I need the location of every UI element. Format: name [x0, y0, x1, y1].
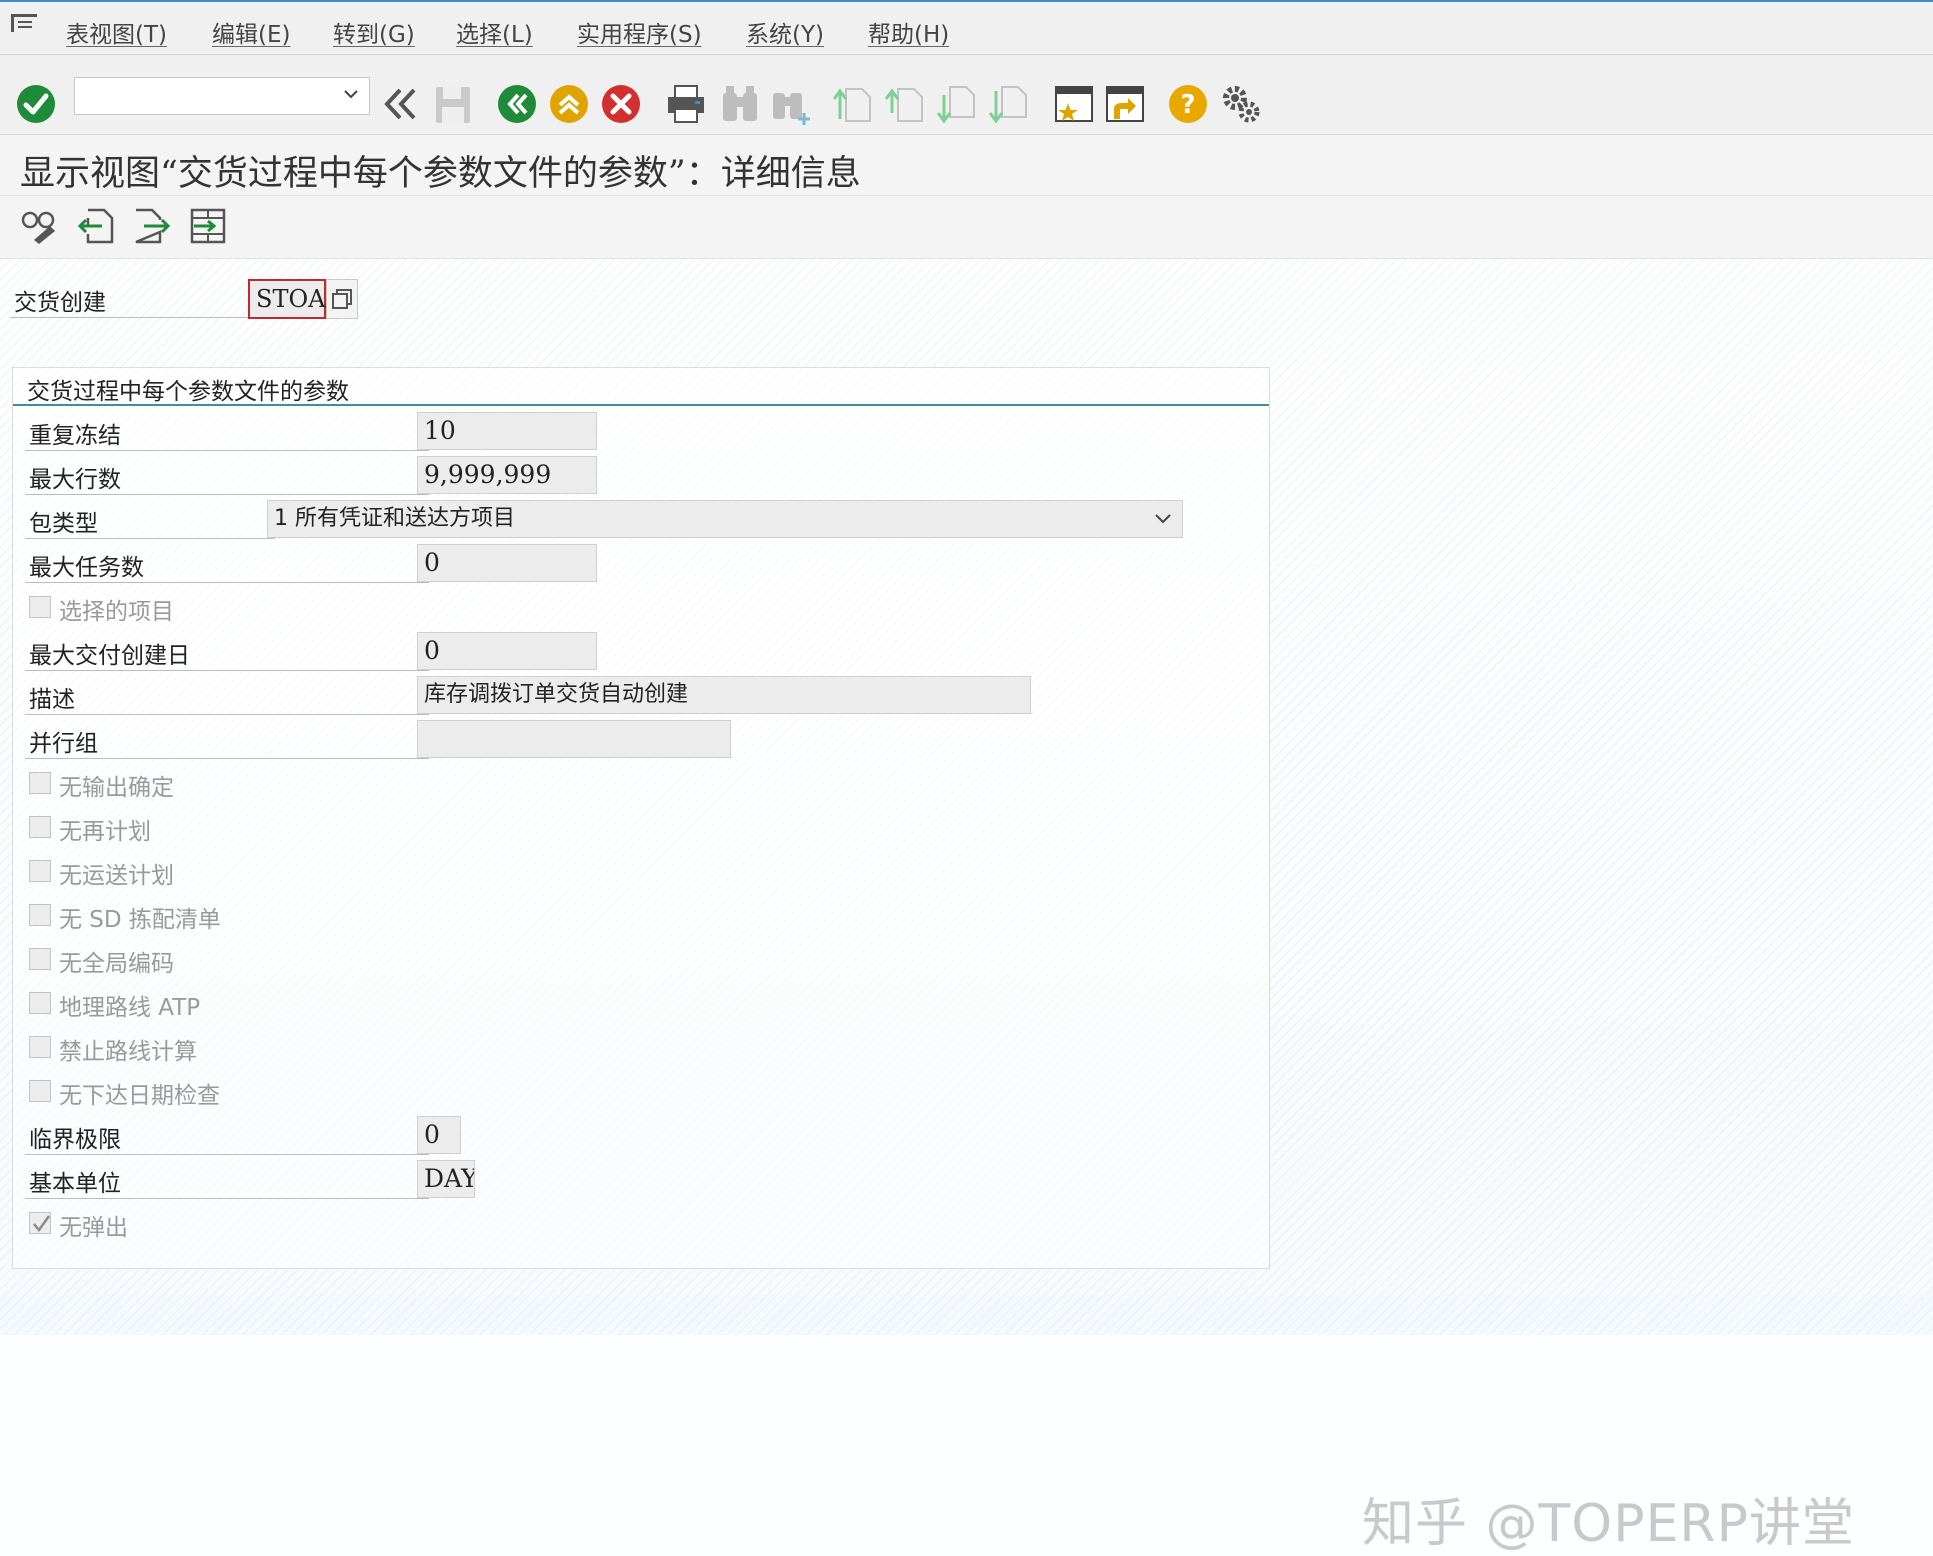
- title-bar: 显示视图“交货过程中每个参数文件的参数”：详细信息: [0, 135, 1933, 196]
- selected-items-label: 选择的项目: [59, 599, 174, 625]
- key-label: 交货创建: [14, 290, 106, 316]
- group-title-line: [13, 404, 1269, 406]
- package-type-value: 1 所有凭证和送达方项目: [274, 506, 515, 531]
- parallel-group-field[interactable]: [417, 720, 731, 758]
- no-sd-picklist-label: 无 SD 拣配清单: [59, 907, 221, 933]
- menu-table-view[interactable]: 表视图(T): [66, 15, 167, 49]
- no-route-calc-label: 禁止路线计算: [59, 1039, 197, 1065]
- critical-limit-label: 临界极限: [29, 1127, 121, 1153]
- parameter-group: 交货过程中每个参数文件的参数 重复冻结 10 最大行数 9,999,999 包类…: [12, 367, 1270, 1269]
- previous-page-icon[interactable]: [884, 83, 926, 125]
- no-sd-picklist-checkbox[interactable]: [29, 904, 51, 926]
- row-underline: [25, 758, 429, 759]
- delivery-creation-field[interactable]: STOA: [248, 279, 326, 319]
- checkmark-icon: [33, 1215, 51, 1233]
- value-help-icon: [332, 289, 352, 309]
- menu-edit[interactable]: 编辑(E): [212, 15, 290, 49]
- back-double-icon[interactable]: [382, 86, 422, 122]
- selected-items-checkbox[interactable]: [29, 596, 51, 618]
- geo-route-atp-label: 地理路线 ATP: [59, 995, 201, 1021]
- settings-icon[interactable]: [1220, 83, 1262, 125]
- shortcut-icon[interactable]: [1104, 83, 1146, 125]
- application-toolbar: [0, 196, 1933, 259]
- max-rows-field[interactable]: 9,999,999: [417, 456, 597, 494]
- repeat-freeze-label: 重复冻结: [29, 423, 121, 449]
- no-output-checkbox[interactable]: [29, 772, 51, 794]
- variable-list-icon[interactable]: [188, 206, 228, 246]
- no-reschedule-label: 无再计划: [59, 819, 151, 845]
- page-title: 显示视图“交货过程中每个参数文件的参数”：详细信息: [20, 154, 861, 194]
- max-delivery-days-label: 最大交付创建日: [29, 643, 190, 669]
- find-icon[interactable]: [720, 83, 760, 125]
- menu-selection[interactable]: 选择(L): [456, 15, 533, 49]
- group-title: 交货过程中每个参数文件的参数: [27, 379, 349, 405]
- max-rows-label: 最大行数: [29, 467, 121, 493]
- row-underline: [25, 1154, 429, 1155]
- parallel-group-label: 并行组: [29, 731, 98, 757]
- package-type-dropdown[interactable]: 1 所有凭证和送达方项目: [267, 500, 1183, 538]
- base-unit-label: 基本单位: [29, 1171, 121, 1197]
- no-transport-plan-label: 无运送计划: [59, 863, 174, 889]
- no-popup-label: 无弹出: [59, 1215, 128, 1241]
- menu-bar: 表视图(T) 编辑(E) 转到(G) 选择(L) 实用程序(S) 系统(Y) 帮…: [0, 2, 1933, 55]
- next-page-icon[interactable]: [936, 83, 978, 125]
- row-underline: [25, 538, 275, 539]
- system-menu-icon[interactable]: [10, 12, 38, 34]
- no-route-calc-checkbox[interactable]: [29, 1036, 51, 1058]
- no-popup-checkbox[interactable]: [29, 1212, 51, 1234]
- menu-help[interactable]: 帮助(H): [868, 15, 949, 49]
- geo-route-atp-checkbox[interactable]: [29, 992, 51, 1014]
- key-label-underline: [10, 317, 248, 318]
- no-global-code-checkbox[interactable]: [29, 948, 51, 970]
- row-underline: [25, 582, 429, 583]
- no-output-label: 无输出确定: [59, 775, 174, 801]
- save-icon[interactable]: [434, 85, 472, 125]
- command-field[interactable]: [74, 77, 370, 115]
- no-date-check-checkbox[interactable]: [29, 1080, 51, 1102]
- first-page-icon[interactable]: [832, 83, 874, 125]
- no-transport-plan-checkbox[interactable]: [29, 860, 51, 882]
- exit-icon[interactable]: [549, 84, 589, 124]
- watermark: 知乎 @TOPERP讲堂: [1362, 1494, 1855, 1554]
- row-underline: [25, 670, 429, 671]
- no-reschedule-checkbox[interactable]: [29, 816, 51, 838]
- row-underline: [25, 714, 429, 715]
- critical-limit-field[interactable]: 0: [417, 1116, 461, 1154]
- row-underline: [25, 494, 429, 495]
- back-icon[interactable]: [497, 84, 537, 124]
- max-tasks-label: 最大任务数: [29, 555, 144, 581]
- previous-entry-icon[interactable]: [76, 206, 116, 246]
- find-next-icon[interactable]: [770, 83, 814, 127]
- svg-text:?: ?: [1180, 90, 1195, 120]
- value-help-button[interactable]: [326, 279, 358, 319]
- no-global-code-label: 无全局编码: [59, 951, 174, 977]
- detail-screen: 交货创建 STOA 交货过程中每个参数文件的参数 重复冻结 10 最大行数 9,…: [0, 259, 1933, 1554]
- no-date-check-label: 无下达日期检查: [59, 1083, 220, 1109]
- menu-utilities[interactable]: 实用程序(S): [577, 15, 702, 49]
- last-page-icon[interactable]: [988, 83, 1030, 125]
- help-icon[interactable]: ?: [1168, 84, 1208, 124]
- command-input[interactable]: [75, 78, 341, 112]
- cancel-icon[interactable]: [601, 84, 641, 124]
- menu-goto[interactable]: 转到(G): [333, 15, 415, 49]
- create-session-icon[interactable]: [1053, 83, 1095, 125]
- chevron-down-icon[interactable]: [1154, 513, 1172, 525]
- repeat-freeze-field[interactable]: 10: [417, 412, 597, 450]
- print-icon[interactable]: [665, 83, 707, 125]
- display-change-icon[interactable]: [20, 206, 60, 246]
- base-unit-field[interactable]: DAY: [417, 1160, 475, 1198]
- max-tasks-field[interactable]: 0: [417, 544, 597, 582]
- description-field[interactable]: 库存调拨订单交货自动创建: [417, 676, 1031, 714]
- package-type-label: 包类型: [29, 511, 98, 537]
- next-entry-icon[interactable]: [132, 206, 172, 246]
- max-delivery-days-field[interactable]: 0: [417, 632, 597, 670]
- description-label: 描述: [29, 687, 75, 713]
- menu-system[interactable]: 系统(Y): [746, 15, 824, 49]
- standard-toolbar: ?: [0, 55, 1933, 135]
- row-underline: [25, 450, 429, 451]
- enter-icon[interactable]: [16, 84, 56, 124]
- row-underline: [25, 1198, 429, 1199]
- chevron-down-icon[interactable]: [343, 88, 359, 100]
